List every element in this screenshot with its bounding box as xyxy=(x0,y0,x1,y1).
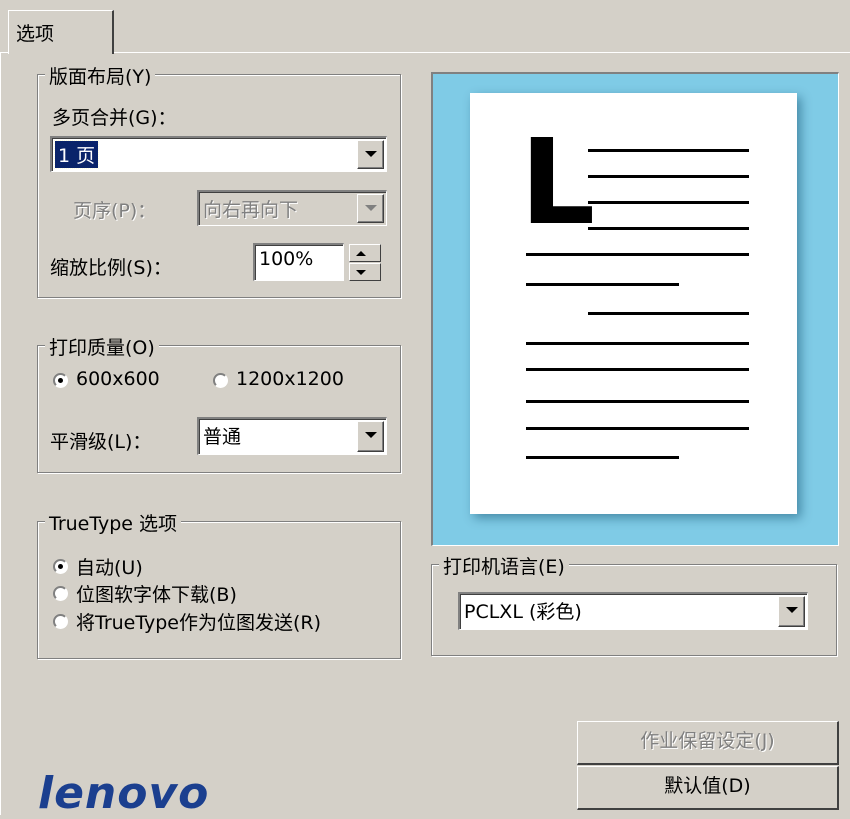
radio-send-as-bitmap-label[interactable]: 将TrueType作为位图发送(R) xyxy=(76,608,321,635)
radio-1200-label[interactable]: 1200x1200 xyxy=(236,368,344,390)
preview-letter: L xyxy=(520,113,596,251)
preview-line xyxy=(588,227,749,230)
chevron-down-icon[interactable] xyxy=(778,596,805,627)
tab-label: 选项 xyxy=(16,23,55,45)
radio-auto-label[interactable]: 自动(U) xyxy=(76,553,143,580)
preview-line xyxy=(526,253,749,256)
preview-line xyxy=(588,149,749,152)
printer-language-select[interactable]: PCLXL (彩色) xyxy=(458,592,808,630)
scaling-value: 100% xyxy=(259,248,314,270)
page-order-value: 向右再向下 xyxy=(203,199,299,221)
defaults-button[interactable]: 默认值(D) xyxy=(577,766,839,810)
smoothing-label: 平滑级(L)： xyxy=(50,431,152,453)
preview-line xyxy=(526,456,679,459)
tab-options[interactable]: 选项 xyxy=(8,10,114,54)
radio-send-as-bitmap[interactable] xyxy=(53,614,68,629)
spinner-up-icon[interactable] xyxy=(349,244,381,262)
lenovo-logo: lenovo xyxy=(38,768,210,819)
preview-line xyxy=(526,400,749,403)
spinner-down-icon[interactable] xyxy=(349,263,381,281)
preview-line xyxy=(526,342,749,345)
truetype-group-legend: TrueType 选项 xyxy=(45,509,182,536)
preview-line xyxy=(526,427,749,430)
preview-line xyxy=(588,175,749,178)
page-order-select[interactable]: 向右再向下 xyxy=(197,190,387,226)
printer-language-value: PCLXL (彩色) xyxy=(464,601,582,623)
quality-group-legend: 打印质量(O) xyxy=(45,333,159,360)
language-group-legend: 打印机语言(E) xyxy=(439,552,569,579)
preview-line xyxy=(588,312,749,315)
preview-line xyxy=(526,283,679,286)
preview-line xyxy=(588,201,749,204)
radio-1200[interactable] xyxy=(213,373,228,388)
layout-group-legend: 版面布局(Y) xyxy=(45,62,156,89)
chevron-down-icon[interactable] xyxy=(357,140,384,169)
page-order-label: 页序(P)： xyxy=(73,200,157,222)
radio-600-label[interactable]: 600x600 xyxy=(76,368,160,390)
scaling-label: 缩放比例(S)： xyxy=(50,257,172,279)
tab-strip-line xyxy=(0,52,850,53)
job-retention-button[interactable]: 作业保留设定(J) xyxy=(577,721,839,765)
smoothing-select[interactable]: 普通 xyxy=(197,417,387,455)
pages-per-sheet-select[interactable]: 1 页 xyxy=(50,136,387,172)
page-border xyxy=(0,52,1,815)
chevron-down-icon[interactable] xyxy=(357,194,384,223)
pages-per-sheet-label: 多页合并(G)： xyxy=(52,107,177,129)
preview-line xyxy=(526,368,749,371)
pages-per-sheet-value: 1 页 xyxy=(53,140,100,169)
scaling-input[interactable]: 100% xyxy=(253,243,344,281)
radio-bitmap-softfont[interactable] xyxy=(53,586,68,601)
chevron-down-icon[interactable] xyxy=(357,421,384,452)
radio-bitmap-softfont-label[interactable]: 位图软字体下载(B) xyxy=(76,580,237,607)
radio-600[interactable] xyxy=(53,373,68,388)
smoothing-value: 普通 xyxy=(203,426,242,448)
radio-auto[interactable] xyxy=(53,559,68,574)
